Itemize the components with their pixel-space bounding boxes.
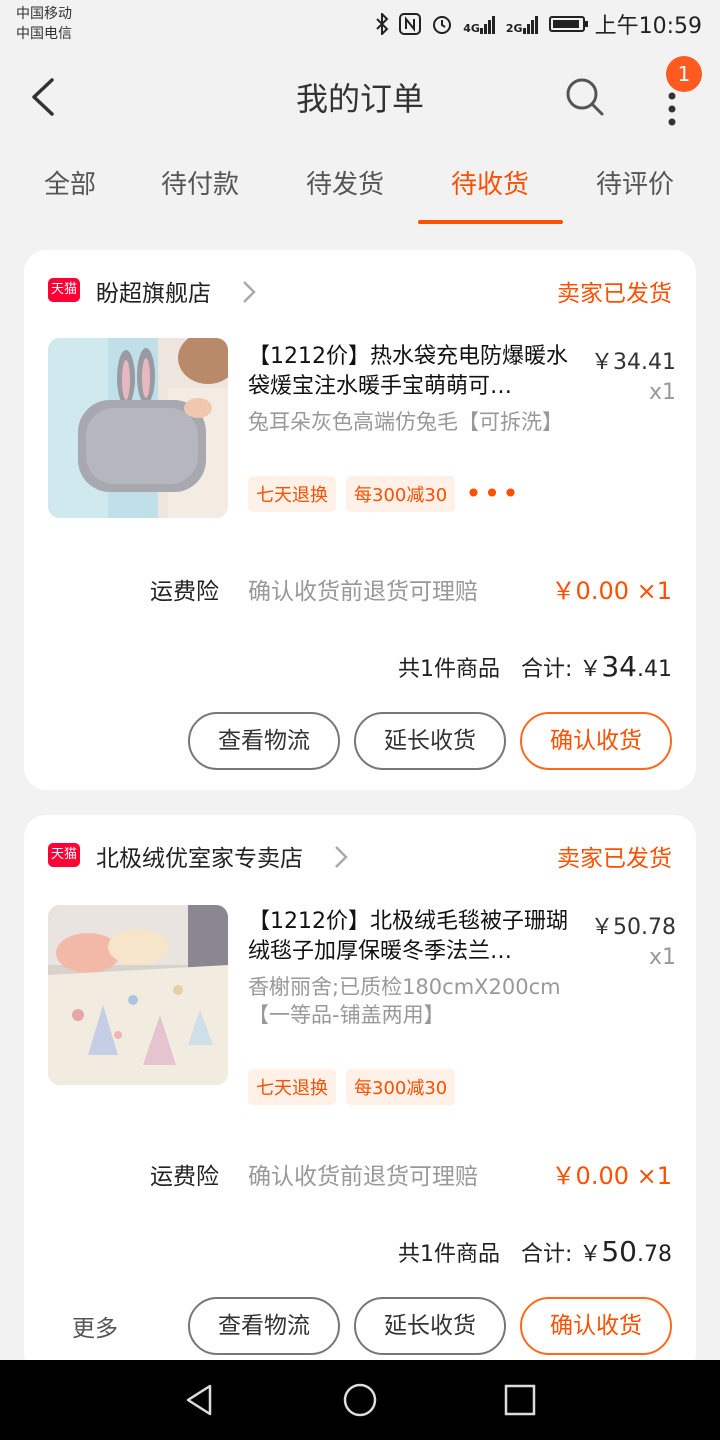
notification-badge: 1 — [666, 56, 702, 92]
order-tabs: 全部 待付款 待发货 待收货 待评价 — [0, 150, 720, 226]
confirm-receipt-button[interactable]: 确认收货 — [520, 712, 672, 770]
service-tags: 七天退换 每300减30 ••• — [248, 476, 521, 512]
nav-back-icon[interactable] — [180, 1380, 220, 1420]
product-quantity: x1 — [648, 945, 676, 970]
alarm-icon — [433, 16, 452, 34]
product-sku: 兔耳朵灰色高端仿兔毛【可拆洗】 — [248, 410, 563, 434]
product-quantity: x1 — [648, 380, 676, 405]
shop-row[interactable]: 天猫 盼超旗舰店 卖家已发货 — [24, 250, 696, 334]
net-type-1: 4G — [463, 21, 480, 35]
shipping-status: 卖家已发货 — [557, 846, 672, 872]
tab-pending-review[interactable]: 待评价 — [565, 164, 705, 201]
clock: 上午10:59 — [594, 14, 702, 39]
chevron-right-icon — [243, 281, 257, 303]
nfc-icon — [399, 13, 422, 35]
view-logistics-button[interactable]: 查看物流 — [188, 1297, 340, 1355]
tag-seven-day-return: 七天退换 — [248, 1069, 336, 1105]
search-icon — [566, 78, 604, 116]
order-card: 天猫 北极绒优室家专卖店 卖家已发货 【1212价】北极绒毛毯被子珊瑚绒毯子加厚… — [24, 815, 696, 1375]
signal-4g-icon: 4G — [463, 15, 496, 34]
app-header: 我的订单 1 — [0, 52, 720, 142]
tag-seven-day-return: 七天退换 — [248, 476, 336, 512]
order-total: 共1件商品 合计: ￥34.41 — [398, 650, 672, 683]
shipping-status: 卖家已发货 — [557, 281, 672, 307]
battery-icon — [548, 16, 588, 32]
active-tab-indicator — [418, 220, 563, 224]
total-prefix: 合计: ￥ — [520, 1242, 602, 1267]
system-nav-bar — [0, 1360, 720, 1440]
nav-home-icon[interactable] — [340, 1380, 380, 1420]
shop-name-label: 北极绒优室家专卖店 — [96, 846, 303, 872]
shop-name[interactable]: 北极绒优室家专卖店 — [96, 839, 350, 873]
order-total: 共1件商品 合计: ￥50.78 — [398, 1235, 672, 1268]
tmall-logo-icon: 天猫 — [48, 278, 80, 302]
shop-name[interactable]: 盼超旗舰店 — [96, 274, 258, 308]
signal-2g-icon: 2G — [506, 15, 539, 34]
item-count: 共1件商品 — [397, 1242, 500, 1267]
carrier-1: 中国移动 — [16, 6, 72, 22]
total-int: 50 — [601, 1235, 637, 1268]
shop-row[interactable]: 天猫 北极绒优室家专卖店 卖家已发货 — [24, 815, 696, 899]
product-image[interactable] — [48, 905, 228, 1085]
product-image[interactable] — [48, 338, 228, 518]
blanket-image — [48, 905, 228, 1085]
chevron-right-icon — [335, 846, 349, 868]
page-title: 我的订单 — [295, 80, 424, 118]
confirm-receipt-button[interactable]: 确认收货 — [520, 1297, 672, 1355]
view-logistics-button[interactable]: 查看物流 — [188, 712, 340, 770]
search-button[interactable] — [562, 74, 608, 120]
bluetooth-icon — [376, 13, 389, 35]
product-title[interactable]: 【1212价】热水袋充电防爆暖水袋煖宝注水暖手宝萌萌可… — [248, 342, 570, 402]
total-dec: .41 — [637, 657, 672, 682]
insurance-desc: 确认收货前退货可理赔 — [248, 579, 478, 605]
insurance-desc: 确认收货前退货可理赔 — [248, 1164, 478, 1190]
item-count: 共1件商品 — [397, 657, 500, 682]
insurance-price: ￥0.00 ×1 — [551, 577, 672, 605]
total-dec: .78 — [637, 1242, 672, 1267]
carrier-info: 中国移动 中国电信 — [16, 4, 72, 44]
status-bar: 中国移动 中国电信 4G 2G 上午10:59 — [0, 0, 720, 48]
tag-discount: 每300减30 — [346, 476, 456, 512]
insurance-price: ￥0.00 ×1 — [551, 1162, 672, 1190]
total-prefix: 合计: ￥ — [520, 657, 602, 682]
product-price: ￥50.78 — [591, 915, 676, 940]
tab-all[interactable]: 全部 — [0, 164, 140, 201]
order-card: 天猫 盼超旗舰店 卖家已发货 【1212价】热水袋充电防爆暖水袋煖宝注水暖手宝萌… — [24, 250, 696, 790]
shop-name-label: 盼超旗舰店 — [96, 281, 211, 307]
tab-pending-payment[interactable]: 待付款 — [130, 164, 270, 201]
more-tags-icon[interactable]: ••• — [465, 480, 521, 508]
tab-pending-shipment[interactable]: 待发货 — [275, 164, 415, 201]
hot-water-bottle-image — [48, 338, 228, 518]
extend-receipt-button[interactable]: 延长收货 — [354, 1297, 506, 1355]
more-actions-link[interactable]: 更多 — [72, 1309, 118, 1343]
insurance-label: 运费险 — [150, 1164, 219, 1190]
product-price: ￥34.41 — [591, 350, 676, 375]
carrier-2: 中国电信 — [16, 26, 72, 42]
tmall-logo-icon: 天猫 — [48, 843, 80, 867]
insurance-label: 运费险 — [150, 579, 219, 605]
nav-recents-icon[interactable] — [500, 1380, 540, 1420]
product-sku: 香榭丽舍;已质检180cmX200cm【一等品-铺盖两用】 — [248, 975, 561, 1027]
total-int: 34 — [601, 650, 637, 683]
service-tags: 七天退换 每300减30 — [248, 1069, 456, 1105]
extend-receipt-button[interactable]: 延长收货 — [354, 712, 506, 770]
tab-pending-receipt[interactable]: 待收货 — [420, 164, 560, 201]
status-icons: 4G 2G 上午10:59 — [375, 8, 702, 40]
tag-discount: 每300减30 — [346, 1069, 456, 1105]
net-type-2: 2G — [505, 21, 523, 35]
product-title[interactable]: 【1212价】北极绒毛毯被子珊瑚绒毯子加厚保暖冬季法兰… — [248, 907, 570, 967]
